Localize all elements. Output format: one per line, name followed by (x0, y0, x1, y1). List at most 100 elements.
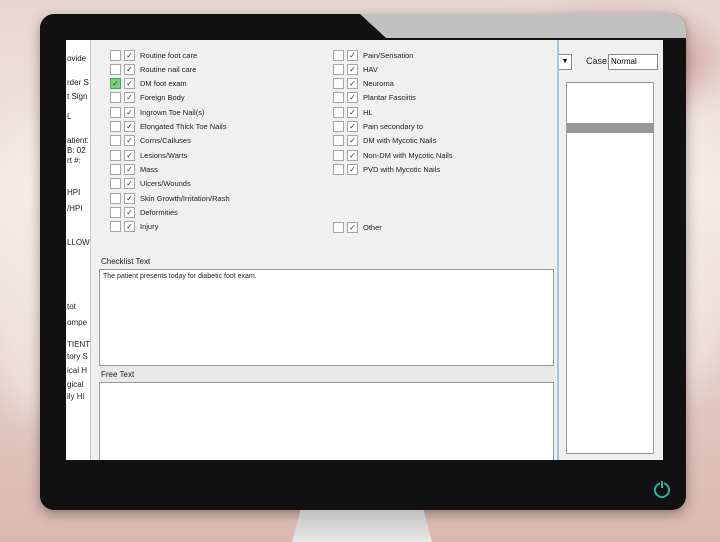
checkbox-row-left-0[interactable]: ✓ Routine foot care (110, 48, 197, 62)
checkbox-row-right-7[interactable]: ✓ Non-DM with Mycotic Nails (333, 148, 453, 162)
checkbox-checked[interactable]: ✓ (124, 149, 135, 161)
background-text-fragment: HPI (67, 188, 81, 197)
background-text-fragment: t Sign (67, 92, 88, 101)
monitor-stand (292, 510, 432, 542)
power-icon[interactable] (654, 480, 670, 498)
background-text-fragment: ily Hi (67, 392, 85, 401)
background-text-fragment: /HPI (67, 204, 83, 213)
checkbox-checked[interactable]: ✓ (124, 92, 135, 104)
checkbox-row-left-2[interactable]: ✓ ✓ DM foot exam (110, 77, 187, 91)
checkbox[interactable] (110, 163, 121, 175)
checkbox-checked[interactable]: ✓ (124, 63, 135, 75)
background-text-fragment: ompe (67, 318, 88, 327)
checkbox-checked[interactable]: ✓ (347, 221, 358, 233)
checkbox-row-left-11[interactable]: ✓ Deformities (110, 205, 178, 219)
checkbox-checked[interactable]: ✓ (347, 92, 358, 104)
checkbox-checked[interactable]: ✓ (124, 78, 135, 90)
checkbox[interactable] (110, 135, 121, 147)
checkbox-row-left-7[interactable]: ✓ Lesions/Warts (110, 148, 187, 162)
bezel-glare (360, 14, 686, 38)
checkbox-checked[interactable]: ✓ (124, 192, 135, 204)
checkbox[interactable] (333, 163, 344, 175)
checkbox-checked[interactable]: ✓ (124, 135, 135, 147)
checkbox-label: DM foot exam (140, 79, 187, 89)
case-select[interactable]: Normal (608, 54, 658, 70)
checkbox-row-right-0[interactable]: ✓ Pain/Sensation (333, 48, 413, 62)
checkbox-row-right-2[interactable]: ✓ Neuroma (333, 77, 394, 91)
checkbox-checked[interactable]: ✓ (347, 135, 358, 147)
checkbox[interactable] (110, 149, 121, 161)
checkbox-row-left-5[interactable]: ✓ Elongated Thick Toe Nails (110, 120, 226, 134)
checkbox[interactable] (333, 92, 344, 104)
checkbox-row-right-5[interactable]: ✓ Pain secondary to (333, 120, 423, 134)
checkbox-checked[interactable]: ✓ (124, 163, 135, 175)
checkbox[interactable] (110, 92, 121, 104)
checkbox[interactable] (110, 49, 121, 61)
checkbox[interactable] (333, 106, 344, 118)
checkbox[interactable] (110, 192, 121, 204)
checkbox-row-left-1[interactable]: ✓ Routine nail care (110, 62, 196, 76)
checkbox-label: HAV (363, 64, 378, 74)
checkbox-label: Injury (140, 222, 159, 232)
checkbox[interactable] (110, 206, 121, 218)
checkbox-row-left-3[interactable]: ✓ Foreign Body (110, 91, 185, 105)
checkbox-label: Skin Growth/Irritation/Rash (140, 193, 230, 203)
checkbox-checked[interactable]: ✓ (347, 63, 358, 75)
checkbox-checked[interactable]: ✓ (347, 149, 358, 161)
checkbox[interactable] (110, 221, 121, 233)
checkbox-checked[interactable]: ✓ (124, 178, 135, 190)
checkbox-checked[interactable]: ✓ (124, 106, 135, 118)
checkbox-row-left-6[interactable]: ✓ Corns/Calluses (110, 134, 191, 148)
checkbox-checked[interactable]: ✓ (347, 78, 358, 90)
background-text-fragment: L (67, 112, 72, 121)
checkbox-label: PVD with Mycotic Nails (363, 164, 441, 174)
checkbox-row-right-1[interactable]: ✓ HAV (333, 62, 378, 76)
checkbox-checked[interactable]: ✓ (347, 49, 358, 61)
checkbox-label: Pain secondary to (363, 122, 424, 131)
background-text-fragment: rt #: (67, 156, 81, 165)
checkbox-checked[interactable]: ✓ (347, 121, 358, 132)
checkbox-label: Pain/Sensation (363, 50, 414, 60)
checkbox-checked[interactable]: ✓ (347, 106, 358, 118)
checkbox[interactable] (333, 135, 344, 147)
checkbox-row-left-9[interactable]: ✓ Ulcers/Wounds (110, 177, 191, 191)
checklist-text-area[interactable]: The patient presents today for diabetic … (99, 269, 554, 366)
free-text-area[interactable] (99, 382, 554, 460)
checkbox[interactable] (333, 78, 344, 90)
checkbox-label: Non-DM with Mycotic Nails (363, 150, 453, 160)
checkbox-row-left-4[interactable]: ✓ Ingrown Toe Nail(s) (110, 105, 204, 119)
checkbox[interactable] (110, 121, 121, 132)
checkbox[interactable] (333, 221, 344, 233)
screen: ovide rder S t Sign Latient: B: 02 rt #: HPI/H… (66, 40, 663, 460)
checkbox-checked[interactable]: ✓ (124, 49, 135, 61)
free-text-label: Free Text (101, 370, 135, 379)
checkbox-row-right-4[interactable]: ✓ HL (333, 105, 373, 119)
checkbox-highlighted[interactable]: ✓ (110, 78, 121, 90)
checkbox-row-right-6[interactable]: ✓ DM with Mycotic Nails (333, 134, 436, 148)
checkbox[interactable] (110, 63, 121, 75)
checkbox-row-left-12[interactable]: ✓ Injury (110, 220, 158, 234)
checkbox-checked[interactable]: ✓ (124, 121, 135, 132)
pane-header-bar (567, 123, 653, 133)
checkbox-label-other: Other (363, 222, 382, 232)
checkbox[interactable] (333, 63, 344, 75)
checkbox-label: Plantar Fasciitis (363, 93, 416, 103)
checkbox-label: Deformities (140, 207, 178, 217)
checkbox-row-left-10[interactable]: ✓ Skin Growth/Irritation/Rash (110, 191, 230, 205)
checkbox-row-left-8[interactable]: ✓ Mass (110, 162, 158, 176)
checkbox-checked[interactable]: ✓ (347, 163, 358, 175)
checkbox[interactable] (333, 149, 344, 161)
checkbox[interactable] (110, 106, 121, 118)
small-dropdown[interactable]: ▼ (558, 54, 572, 70)
checkbox[interactable] (110, 178, 121, 190)
checkbox-row-right-3[interactable]: ✓ Plantar Fasciitis (333, 91, 416, 105)
background-text-fragment: ovide (67, 54, 87, 63)
checkbox-label: Foreign Body (140, 93, 185, 103)
checkbox[interactable] (333, 49, 344, 61)
checkbox-checked[interactable]: ✓ (124, 206, 135, 218)
checkbox[interactable] (333, 121, 344, 132)
checkbox-checked[interactable]: ✓ (124, 221, 135, 233)
checkbox-row-right-8[interactable]: ✓ PVD with Mycotic Nails (333, 162, 440, 176)
background-text-fragment: tory S (67, 352, 88, 361)
checkbox-row-other[interactable]: ✓ Other (333, 220, 382, 234)
